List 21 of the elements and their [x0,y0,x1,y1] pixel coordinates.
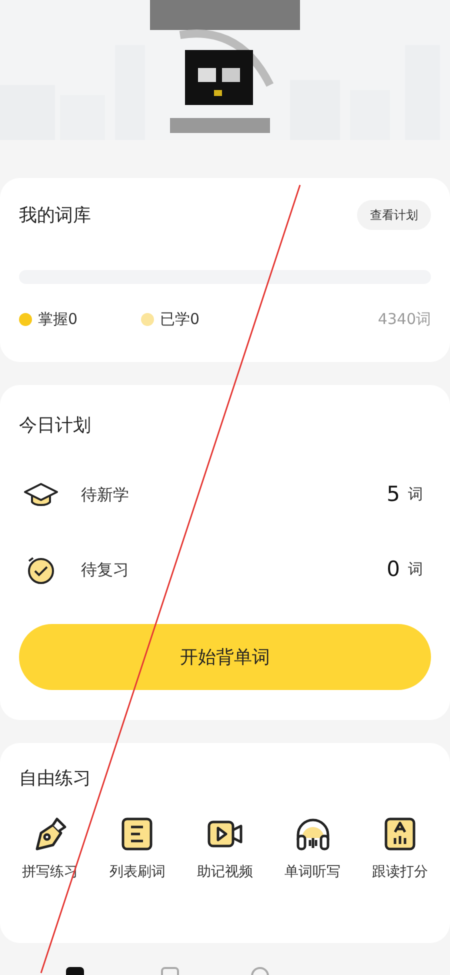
practice-item[interactable]: 列表刷词 [94,814,182,883]
plan-count: 5 [386,480,400,508]
plan-label: 待新学 [81,484,129,506]
plan-count: 0 [386,556,400,583]
library-title: 我的词库 [19,204,91,228]
video-camera-icon [206,818,244,850]
practice-item[interactable]: 跟读打分 [356,814,444,883]
list-icon [120,816,154,852]
view-plan-button[interactable]: 查看计划 [357,200,431,230]
score-card-icon [383,816,418,852]
practice-item[interactable]: 单词听写 [268,814,356,883]
legend-label: 已学0 [160,309,200,330]
today-plan-title: 今日计划 [19,414,92,438]
plan-unit: 词 [408,484,423,506]
total-count: 4340词 [378,309,431,330]
legend-label: 掌握0 [38,309,78,330]
practice-title: 自由练习 [19,767,92,791]
plan-unit: 词 [408,559,423,580]
plan-label: 待复习 [81,558,129,580]
start-button[interactable]: 开始背单词 [19,624,431,690]
practice-item[interactable]: 助记视频 [181,814,269,883]
